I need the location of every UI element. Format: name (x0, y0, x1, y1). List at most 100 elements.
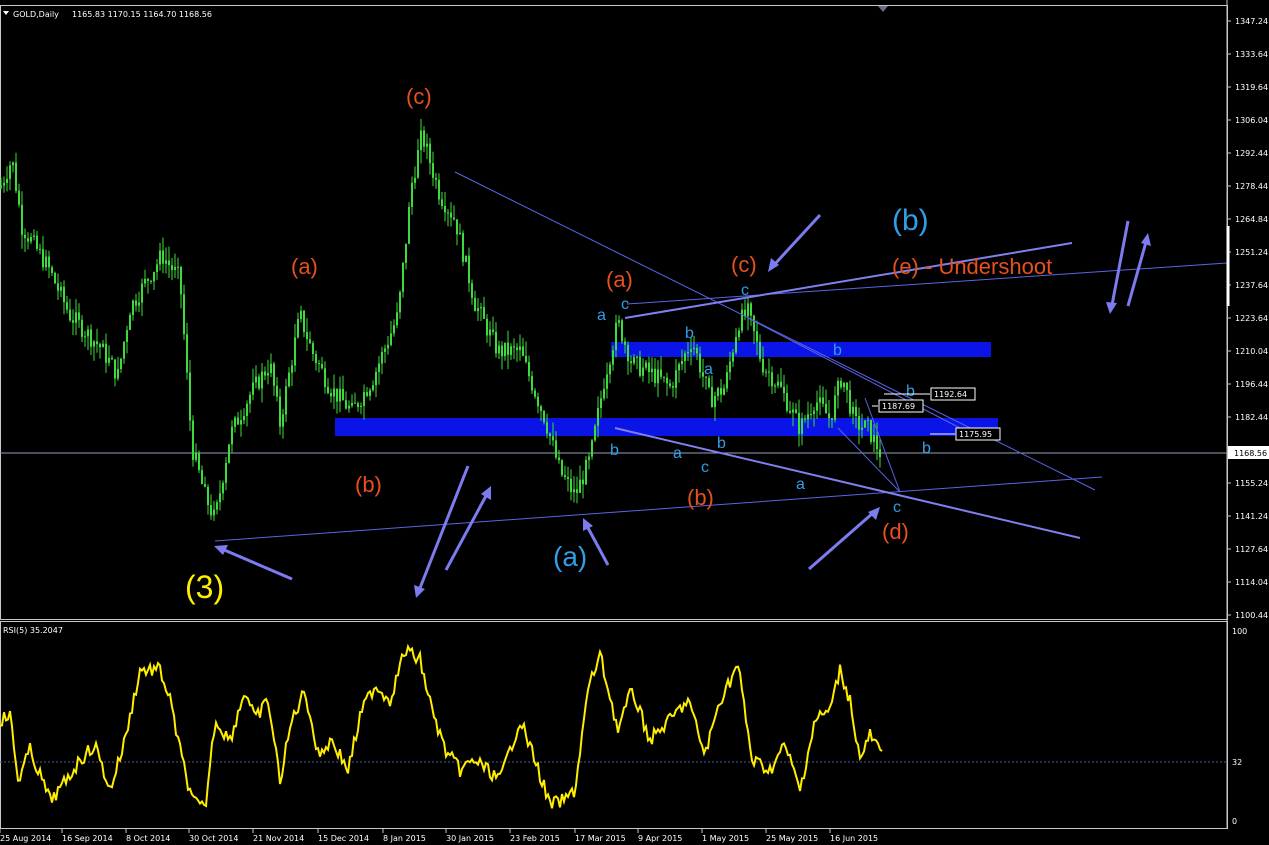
candle-body (543, 410, 545, 423)
candle-body (357, 403, 359, 407)
candle-body (54, 272, 56, 284)
candle-body (228, 444, 230, 463)
date-tick-label: 8 Jan 2015 (383, 834, 426, 843)
candle-body (822, 397, 824, 404)
subwave-label: b (610, 442, 619, 459)
arrow-icon (808, 511, 874, 571)
candle-body (624, 341, 626, 345)
candle-body (732, 352, 734, 362)
candle-body (600, 398, 602, 409)
candle-body (807, 414, 809, 420)
candle-body (678, 364, 680, 371)
arrow-icon (221, 547, 293, 581)
rsi-level-32: 32 (1232, 758, 1242, 767)
candle-body (711, 386, 713, 408)
candle-body (405, 243, 407, 263)
candle-body (216, 502, 218, 510)
candle-body (6, 178, 8, 183)
candle-body (546, 422, 548, 434)
shift-marker-icon[interactable] (878, 6, 888, 12)
candle-body (873, 435, 875, 442)
subwave-label: b (685, 325, 694, 342)
subwave-label: a (796, 476, 805, 493)
gold-daily-chart[interactable]: GOLD,Daily 1165.83 1170.15 1164.70 1168.… (0, 0, 1269, 845)
candle-body (843, 382, 845, 388)
candle-body (60, 286, 62, 291)
candle-body (339, 388, 341, 402)
candle-body (717, 388, 719, 397)
support-zone[interactable] (335, 418, 998, 436)
wave-label-d: (d) (882, 519, 909, 544)
candle-body (396, 312, 398, 326)
candle-body (99, 344, 101, 348)
current-price-value: 1168.56 (1234, 449, 1267, 458)
arrow-icon (772, 213, 822, 267)
candle-body (81, 319, 83, 337)
candle-body (144, 278, 146, 284)
wave-label-b: (b) (687, 485, 714, 510)
candle-body (168, 260, 170, 266)
candle-body (21, 204, 23, 235)
candle-body (300, 310, 302, 320)
candle-body (417, 150, 419, 178)
trendline-lower-channel (614, 427, 1081, 539)
wave-label-e-undershoot: (e) - Undershoot (892, 254, 1052, 279)
candle-body (324, 368, 326, 388)
candle-body (690, 349, 692, 353)
price-label-1175: 1175.95 (959, 430, 992, 439)
candle-body (237, 417, 239, 425)
candle-body (234, 417, 236, 427)
subwave-label: a (673, 445, 682, 462)
candle-body (771, 372, 773, 387)
rsi-level-0: 0 (1232, 817, 1237, 826)
arrow-icon (1110, 220, 1130, 306)
date-tick-label: 21 Nov 2014 (253, 834, 304, 843)
candle-body (846, 382, 848, 391)
candle-body (174, 266, 176, 271)
wave-label-3: (3) (185, 569, 224, 605)
dropdown-icon[interactable] (3, 11, 9, 15)
price-tick-label: 1196.44 (1235, 380, 1268, 389)
candle-body (558, 457, 560, 461)
candle-body (420, 130, 422, 151)
candle-body (255, 376, 257, 383)
candle-body (645, 362, 647, 368)
candle-body (675, 370, 677, 388)
candle-body (138, 302, 140, 306)
candle-body (864, 420, 866, 428)
candle-body (585, 459, 587, 485)
date-tick-label: 15 Dec 2014 (318, 834, 369, 843)
candle-body (495, 331, 497, 354)
candle-body (78, 312, 80, 320)
candle-body (699, 353, 701, 373)
arrow-icon (585, 525, 610, 566)
candle-body (561, 460, 563, 476)
candle-body (456, 219, 458, 235)
candle-body (276, 385, 278, 397)
candle-body (309, 339, 311, 344)
candle-body (219, 493, 221, 503)
candle-body (780, 381, 782, 387)
candle-body (384, 348, 386, 352)
candle-body (849, 390, 851, 414)
candle-body (651, 368, 653, 373)
candle-body (27, 238, 29, 242)
wave-label-b: (b) (355, 472, 382, 497)
candle-body (531, 376, 533, 391)
subwave-label: b (906, 383, 915, 400)
date-tick-label: 16 Sep 2014 (62, 834, 113, 843)
candle-body (753, 315, 755, 332)
candle-body (660, 369, 662, 377)
trendline-major-resistance (454, 171, 1096, 491)
rsi-axis: 100 32 0 (1232, 627, 1247, 826)
candle-body (402, 262, 404, 292)
candle-body (423, 130, 425, 147)
candle-body (12, 162, 14, 166)
candle-body (126, 330, 128, 342)
subwave-label: b (833, 342, 842, 359)
candle-body (246, 403, 248, 416)
candle-body (36, 235, 38, 249)
candle-body (141, 283, 143, 303)
price-tick-label: 1251.24 (1235, 248, 1268, 257)
candle-body (75, 312, 77, 323)
